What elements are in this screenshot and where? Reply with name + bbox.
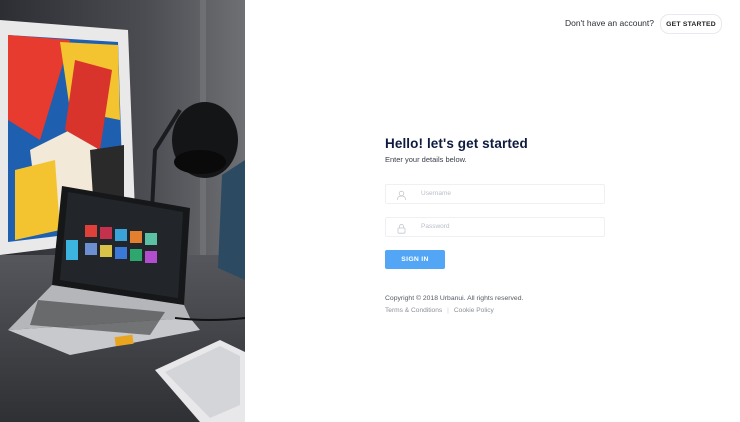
footer-links: Terms & Conditions | Cookie Policy <box>385 307 605 314</box>
lock-icon <box>396 221 407 234</box>
hero-illustration <box>0 0 245 422</box>
page-title: Hello! let's get started <box>385 136 528 151</box>
page-subtitle: Enter your details below. <box>385 155 467 164</box>
username-input[interactable] <box>421 187 591 200</box>
signup-prompt: Don't have an account? <box>564 18 654 28</box>
cookie-policy-link[interactable]: Cookie Policy <box>454 307 494 314</box>
link-divider: | <box>447 307 449 314</box>
password-input[interactable] <box>421 220 591 233</box>
copyright-text: Copyright © 2018 Urbanui. All rights res… <box>385 295 524 302</box>
sign-in-button[interactable]: SIGN IN <box>385 250 445 269</box>
user-icon <box>396 188 407 201</box>
login-form: Hello! let's get started Enter your deta… <box>385 136 605 314</box>
hero-image <box>0 0 245 422</box>
password-field[interactable] <box>385 217 605 237</box>
top-bar: Don't have an account? GET STARTED <box>245 0 740 46</box>
terms-link[interactable]: Terms & Conditions <box>385 307 442 314</box>
username-field[interactable] <box>385 184 605 204</box>
get-started-button[interactable]: GET STARTED <box>660 14 722 34</box>
